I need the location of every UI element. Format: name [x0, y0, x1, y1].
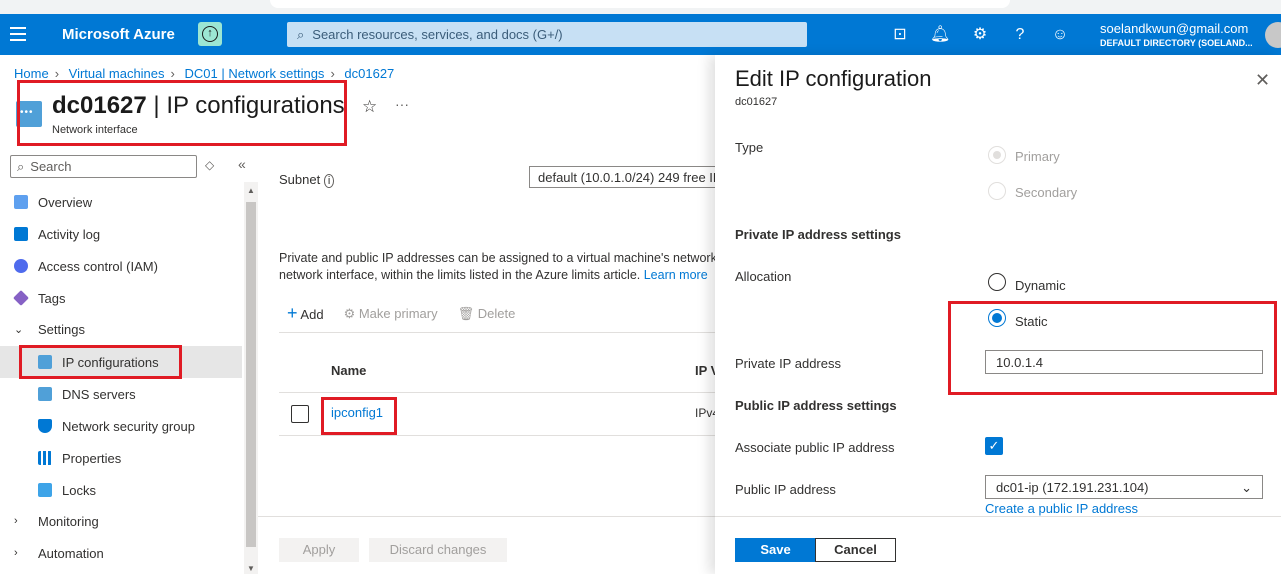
sidebar-group-monitoring[interactable]: › Monitoring — [0, 505, 242, 537]
add-button[interactable]: + Add — [287, 303, 324, 324]
sidebar-item-activity-log[interactable]: Activity log — [0, 218, 242, 250]
public-ip-section-heading: Public IP address settings — [735, 398, 897, 413]
highlight-ipconfig1 — [321, 397, 397, 435]
subnet-dropdown[interactable]: default (10.0.1.0/24) 249 free IP addres… — [529, 166, 729, 188]
sidebar-item-tags[interactable]: Tags — [0, 282, 242, 314]
footer-divider — [258, 516, 715, 517]
private-ip-section-heading: Private IP address settings — [735, 227, 901, 242]
plus-icon: + — [287, 303, 298, 323]
sidebar-scrollbar[interactable]: ▲ ▼ — [244, 182, 258, 574]
activity-log-icon — [14, 227, 28, 241]
private-ip-label: Private IP address — [735, 356, 841, 371]
save-button[interactable]: Save — [735, 538, 816, 562]
feedback-icon[interactable]: ☺ — [1050, 25, 1070, 45]
associate-public-ip-label: Associate public IP address — [735, 440, 895, 455]
panel-footer-divider — [715, 516, 1281, 517]
collapse-sidebar-icon[interactable]: « — [238, 156, 246, 172]
overview-icon — [14, 195, 28, 209]
breadcrumb-dc01627[interactable]: dc01627 — [344, 66, 394, 81]
avatar[interactable] — [1265, 22, 1281, 48]
global-search-input[interactable]: ⌕ Search resources, services, and docs (… — [287, 22, 807, 47]
make-primary-button[interactable]: ⚙ Make primary — [344, 306, 438, 322]
sort-icon[interactable]: ◇ — [205, 158, 214, 172]
allocation-label: Allocation — [735, 269, 792, 284]
search-icon: ⌕ — [297, 26, 305, 42]
panel-title: Edit IP configuration — [735, 66, 932, 91]
discard-changes-button[interactable]: Discard changes — [369, 538, 507, 562]
associate-public-ip-checkbox[interactable]: ✓ — [985, 437, 1003, 455]
allocation-dynamic-radio[interactable] — [988, 273, 1006, 291]
create-public-ip-link[interactable]: Create a public IP address — [985, 501, 1138, 516]
sidebar-item-iam[interactable]: Access control (IAM) — [0, 250, 242, 282]
lock-icon — [38, 483, 52, 497]
gear-icon: ⚙ — [343, 305, 356, 321]
browser-strip — [0, 0, 1281, 14]
divider — [279, 392, 715, 393]
info-icon: i — [323, 174, 335, 188]
people-icon — [14, 259, 28, 273]
type-primary-label: Primary — [1015, 149, 1060, 164]
menu-icon[interactable] — [10, 27, 26, 41]
favorite-star-icon[interactable]: ☆ — [362, 97, 377, 117]
breadcrumb-virtual-machines[interactable]: Virtual machines — [69, 66, 165, 81]
search-icon: ⌕ — [17, 159, 25, 174]
row-checkbox[interactable] — [291, 405, 309, 423]
type-secondary-radio[interactable] — [988, 182, 1006, 200]
close-icon[interactable]: ✕ — [1255, 70, 1270, 91]
shield-icon — [38, 419, 52, 433]
sidebar-group-automation[interactable]: › Automation — [0, 537, 242, 569]
breadcrumb-dc01-network[interactable]: DC01 | Network settings — [185, 66, 325, 81]
public-ip-label: Public IP address — [735, 482, 836, 497]
column-header-name[interactable]: Name — [331, 363, 366, 378]
subnet-label: Subnet i — [279, 172, 335, 188]
user-account[interactable]: soelandkwun@gmail.com DEFAULT DIRECTORY … — [1100, 21, 1253, 48]
help-icon[interactable]: ? — [1010, 25, 1030, 45]
trash-icon: 🗑︎ — [457, 305, 475, 321]
learn-more-link[interactable]: Learn more — [644, 268, 708, 282]
description: Private and public IP addresses can be a… — [279, 251, 715, 282]
type-secondary-label: Secondary — [1015, 185, 1078, 200]
divider — [279, 332, 715, 333]
panel-subtitle: dc01627 — [735, 96, 778, 108]
sidebar-item-overview[interactable]: Overview — [0, 186, 242, 218]
cancel-button[interactable]: Cancel — [815, 538, 896, 562]
highlight-ip-configurations — [19, 345, 182, 379]
apply-button[interactable]: Apply — [279, 538, 359, 562]
sidebar-item-locks[interactable]: Locks — [0, 474, 242, 506]
brand-title[interactable]: Microsoft Azure — [62, 26, 175, 43]
properties-icon — [38, 451, 52, 465]
upgrade-icon[interactable]: ↑ — [198, 22, 222, 46]
type-label: Type — [735, 140, 764, 155]
highlight-title — [17, 80, 347, 146]
sidebar-item-dns-servers[interactable]: DNS servers — [0, 378, 242, 410]
public-ip-dropdown[interactable]: dc01-ip (172.191.231.104) ⌄ — [985, 475, 1263, 499]
breadcrumb: Home › Virtual machines › DC01 | Network s… — [14, 66, 395, 81]
column-header-ip-version[interactable]: IP Version — [695, 363, 715, 378]
chevron-right-icon: › — [14, 547, 18, 559]
breadcrumb-home[interactable]: Home — [14, 66, 49, 81]
sidebar-group-settings[interactable]: ⌄ Settings — [0, 313, 242, 345]
bell-icon[interactable]: 🔔︎ — [930, 25, 950, 45]
toolbar: + Add ⚙ Make primary 🗑︎ Delete — [287, 303, 515, 324]
sidebar-item-nsg[interactable]: Network security group — [0, 410, 242, 442]
divider — [279, 435, 715, 436]
top-bar: Microsoft Azure ↑ ⌕ Search resources, se… — [0, 14, 1281, 55]
more-icon[interactable]: ··· — [395, 96, 409, 112]
highlight-static-ip — [948, 301, 1277, 395]
table-row-ip-version: IPv4 — [695, 406, 715, 420]
dns-icon — [38, 387, 52, 401]
allocation-dynamic-label: Dynamic — [1015, 278, 1066, 293]
sidebar-search-input[interactable]: ⌕ Search — [10, 155, 197, 178]
tag-icon — [13, 290, 29, 306]
delete-button[interactable]: 🗑︎ Delete — [458, 306, 516, 322]
type-primary-radio[interactable] — [988, 146, 1006, 164]
user-email: soelandkwun@gmail.com — [1100, 21, 1249, 36]
sidebar-item-properties[interactable]: Properties — [0, 442, 242, 474]
chevron-down-icon: ⌄ — [1241, 480, 1252, 495]
user-directory: DEFAULT DIRECTORY (SOELAND... — [1100, 38, 1253, 48]
cloud-shell-icon[interactable]: ⊡ — [890, 25, 910, 45]
chevron-down-icon: ⌄ — [14, 323, 24, 336]
chevron-right-icon: › — [14, 515, 18, 527]
gear-icon[interactable]: ⚙ — [970, 25, 990, 45]
